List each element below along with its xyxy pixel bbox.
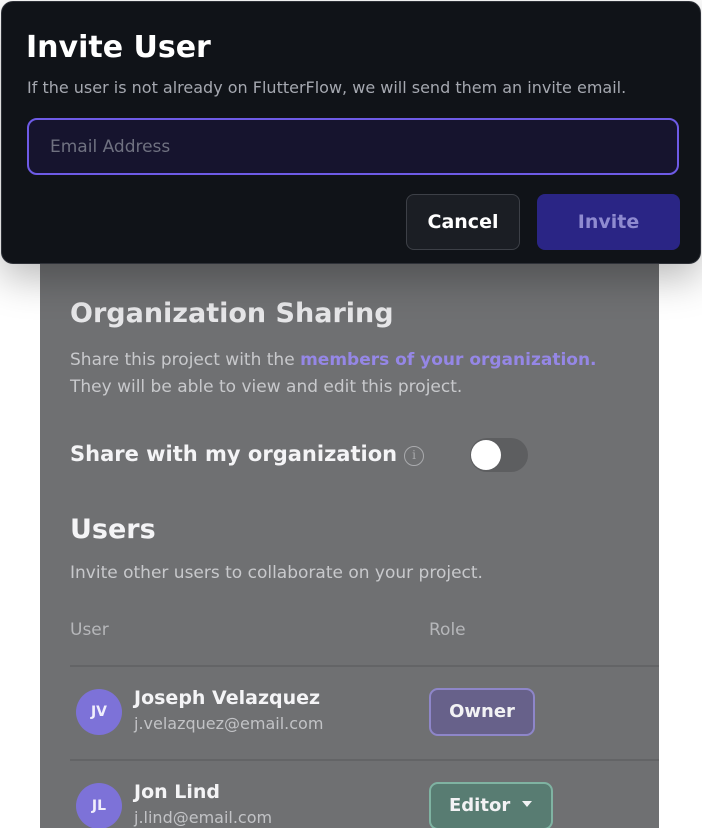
email-address-input[interactable]	[27, 118, 679, 175]
org-sharing-description: Share this project with the members of y…	[70, 347, 650, 401]
members-of-organization-link[interactable]: members of your organization.	[300, 350, 596, 370]
invite-button[interactable]: Invite	[537, 194, 680, 250]
user-email: j.lind@email.com	[134, 808, 273, 827]
role-dropdown-editor[interactable]: Editor	[429, 782, 553, 828]
column-header-user: User	[70, 620, 109, 640]
table-row: JV Joseph Velazquez j.velazquez@email.co…	[70, 667, 659, 759]
share-with-org-toggle[interactable]	[470, 438, 528, 472]
invite-user-modal: Invite User If the user is not already o…	[1, 1, 701, 264]
column-header-role: Role	[429, 620, 466, 640]
user-name: Jon Lind	[134, 781, 221, 803]
avatar: JV	[76, 689, 122, 735]
table-row: JL Jon Lind j.lind@email.com Editor	[70, 761, 659, 828]
sharing-panel: Organization Sharing Share this project …	[40, 250, 659, 828]
role-label: Editor	[449, 795, 511, 816]
users-title: Users	[70, 514, 156, 545]
toggle-knob	[471, 440, 501, 470]
cancel-button[interactable]: Cancel	[406, 194, 520, 250]
org-desc-line2: They will be able to view and edit this …	[70, 377, 463, 397]
caret-down-icon	[522, 801, 533, 807]
page: Organization Sharing Share this project …	[0, 0, 702, 828]
user-name: Joseph Velazquez	[134, 687, 321, 709]
avatar: JL	[76, 783, 122, 828]
users-description: Invite other users to collaborate on you…	[70, 563, 483, 583]
modal-subtitle: If the user is not already on FlutterFlo…	[27, 78, 627, 97]
modal-title: Invite User	[26, 30, 211, 65]
info-icon[interactable]: i	[404, 446, 424, 466]
user-email: j.velazquez@email.com	[134, 714, 324, 733]
org-sharing-title: Organization Sharing	[70, 298, 394, 329]
share-with-org-label: Share with my organization	[70, 442, 398, 466]
org-desc-prefix: Share this project with the	[70, 350, 301, 370]
role-badge-owner: Owner	[429, 688, 535, 736]
